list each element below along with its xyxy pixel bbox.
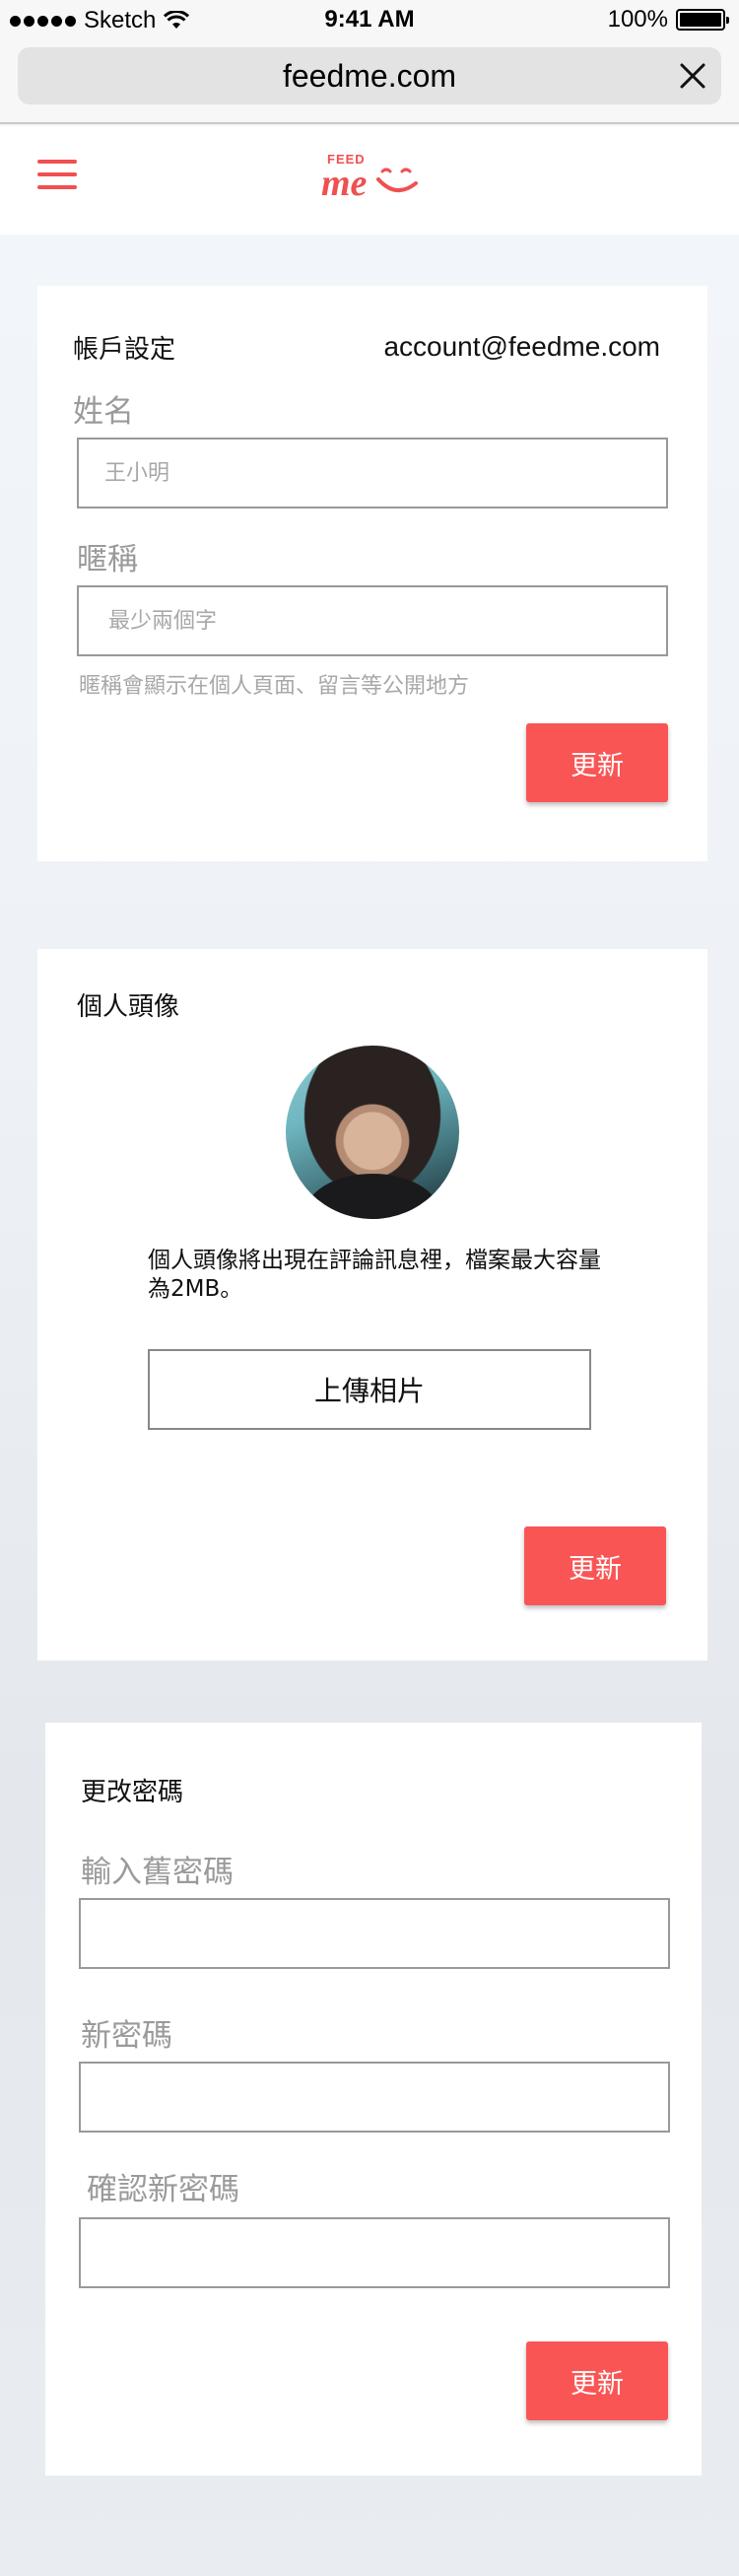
name-input[interactable] [77, 438, 668, 508]
account-email: account@feedme.com [383, 331, 660, 362]
status-bar: Sketch 9:41 AM 100% [0, 0, 739, 39]
battery-percent: 100% [607, 6, 668, 33]
status-right: 100% [607, 6, 729, 34]
hamburger-menu-icon[interactable] [37, 160, 77, 195]
change-password-title: 更改密碼 [81, 1778, 184, 1807]
avatar-description: 個人頭像將出現在評論訊息裡，檔案最大容量為2MB。 [148, 1248, 601, 1302]
confirm-password-label: 確認新密碼 [87, 2172, 239, 2207]
url-field[interactable]: feedme.com [18, 47, 721, 104]
new-password-input[interactable] [79, 2062, 670, 2133]
old-password-label: 輸入舊密碼 [81, 1855, 234, 1890]
feedme-logo[interactable]: FEED me [317, 150, 422, 209]
confirm-password-input[interactable] [79, 2217, 670, 2288]
password-update-button[interactable]: 更新 [526, 2341, 668, 2420]
close-icon[interactable] [678, 61, 707, 91]
battery-icon [676, 9, 729, 31]
account-update-button[interactable]: 更新 [526, 723, 668, 802]
name-label: 姓名 [73, 394, 134, 430]
upload-photo-button[interactable]: 上傳相片 [148, 1349, 591, 1430]
new-password-label: 新密碼 [81, 2018, 172, 2054]
url-text: feedme.com [282, 57, 457, 94]
nickname-hint: 暱稱會顯示在個人頁面、留言等公開地方 [79, 674, 470, 699]
avatar [286, 1046, 459, 1219]
browser-bar: feedme.com [0, 39, 739, 124]
account-settings-card: 帳戶設定 account@feedme.com 姓名 暱稱 暱稱會顯示在個人頁面… [37, 286, 707, 861]
avatar-update-button[interactable]: 更新 [524, 1526, 666, 1605]
logo-me-text: me [321, 163, 368, 204]
nickname-input[interactable] [77, 585, 668, 656]
nickname-label: 暱稱 [77, 542, 138, 577]
app-header: FEED me [0, 126, 739, 235]
change-password-card: 更改密碼 輸入舊密碼 新密碼 確認新密碼 更新 [45, 1723, 702, 2475]
old-password-input[interactable] [79, 1898, 670, 1969]
avatar-card: 個人頭像 個人頭像將出現在評論訊息裡，檔案最大容量為2MB。 上傳相片 更新 [37, 949, 707, 1661]
account-settings-title: 帳戶設定 [73, 335, 176, 365]
avatar-title: 個人頭像 [77, 992, 180, 1022]
